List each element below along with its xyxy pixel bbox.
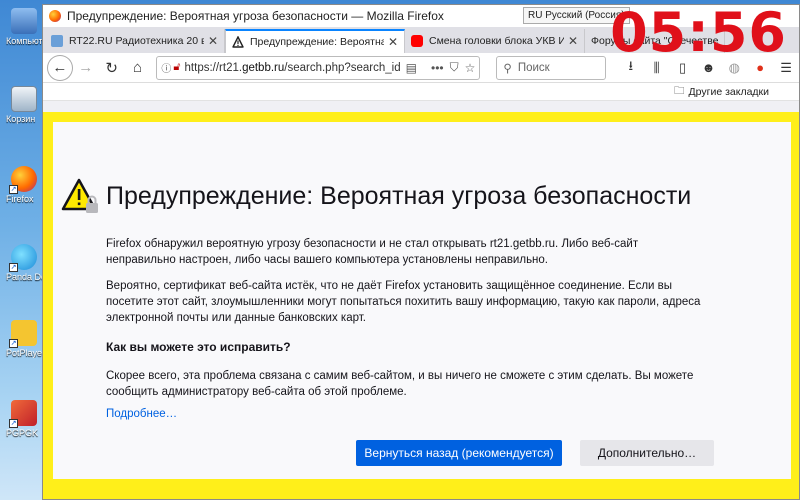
desktop-icon-potplayer[interactable]: ↗ PotPlaye — [4, 320, 44, 358]
go-back-button[interactable]: Вернуться назад (рекомендуется) — [356, 440, 562, 466]
desktop-icon-pgpgk[interactable]: ↗ PGPGK — [4, 400, 44, 438]
url-bar[interactable]: ⓘ 🔓︎ https://rt21.getbb.ru/search.php?se… — [156, 55, 481, 80]
broken-lock-icon[interactable]: 🔓︎ — [173, 61, 180, 74]
bookmark-star-icon[interactable]: ☆ — [465, 61, 476, 75]
advanced-button[interactable]: Дополнительно… — [580, 440, 714, 466]
folder-icon: 🗀︎ — [674, 84, 685, 97]
other-bookmarks-link[interactable]: Другие закладки — [689, 86, 769, 98]
page-content: Предупреждение: Вероятная угроза безопас… — [43, 112, 799, 499]
clock-overlay: 05:56 — [610, 4, 787, 64]
desktop-icon-firefox[interactable]: ↗ Firefox — [4, 166, 44, 204]
desktop-icon-recycle-bin[interactable]: Корзин — [4, 86, 44, 124]
back-arrow-icon: ← — [52, 59, 68, 76]
home-button[interactable]: ⌂ — [125, 55, 151, 81]
desktop-icon-label: PotPlaye — [6, 348, 43, 358]
desktop-icon-label: Firefox — [6, 194, 34, 204]
potplayer-icon: ↗ — [9, 320, 37, 348]
back-button[interactable]: ← — [47, 54, 73, 81]
fix-paragraph: Скорее всего, эта проблема связана с сам… — [106, 370, 694, 398]
shortcut-arrow-icon: ↗ — [9, 263, 18, 272]
close-icon[interactable]: ✕ — [208, 34, 218, 48]
tab-label: RT22.RU Радиотехника 20 века — [69, 35, 204, 47]
forward-arrow-icon: → — [78, 59, 94, 76]
youtube-icon — [411, 35, 423, 47]
tab-security-warning[interactable]: Предупреждение: Вероятная уг ✕ — [225, 29, 405, 53]
tab-rt22[interactable]: RT22.RU Радиотехника 20 века ✕ — [45, 29, 225, 53]
home-icon: ⌂ — [132, 59, 142, 76]
learn-more-link[interactable]: Подробнее… — [106, 408, 177, 420]
close-icon[interactable]: ✕ — [388, 35, 398, 49]
firefox-icon: ↗ — [9, 166, 37, 194]
search-input[interactable]: ⚲ Поиск — [496, 55, 606, 80]
firefox-icon — [49, 10, 61, 22]
shortcut-arrow-icon: ↗ — [9, 185, 18, 194]
url-text[interactable]: https://rt21.getbb.ru/search.php?search_… — [185, 62, 400, 74]
forward-button[interactable]: → — [73, 55, 99, 81]
bookmarks-toolbar: 🗀︎ Другие закладки — [43, 83, 799, 101]
pgpgk-icon: ↗ — [9, 400, 37, 428]
shortcut-arrow-icon: ↗ — [9, 419, 18, 428]
search-icon: ⚲ — [503, 62, 512, 75]
desktop-icon-label: Корзин — [6, 114, 36, 124]
page-actions-icon[interactable]: ••• — [431, 61, 444, 75]
desktop-icon-label: Компьют — [6, 36, 43, 46]
panda-dome-icon: ↗ — [9, 244, 37, 272]
firefox-window: Предупреждение: Вероятная угроза безопас… — [42, 4, 800, 500]
desktop-icon-panda[interactable]: ↗ Panda Do — [4, 244, 44, 282]
tab-label: Смена головки блока УКВ ИП-2 — [429, 35, 564, 47]
intro-paragraph: Firefox обнаружил вероятную угрозу безоп… — [106, 238, 639, 266]
reload-icon: ↻ — [105, 59, 118, 77]
desktop-icon-computer[interactable]: Компьют — [4, 8, 44, 46]
explanation-paragraph: Вероятно, сертификат веб-сайта истёк, чт… — [106, 280, 701, 324]
window-title: Предупреждение: Вероятная угроза безопас… — [67, 9, 444, 23]
info-icon[interactable]: ⓘ — [161, 60, 171, 75]
site-favicon-icon — [51, 35, 63, 47]
desktop-icon-label: Panda Do — [6, 272, 44, 282]
search-placeholder: Поиск — [517, 61, 550, 74]
shortcut-arrow-icon: ↗ — [9, 339, 18, 348]
tab-label: Предупреждение: Вероятная уг — [250, 36, 384, 48]
page-title: Предупреждение: Вероятная угроза безопас… — [106, 182, 692, 210]
recycle-bin-icon — [11, 86, 37, 112]
reload-button[interactable]: ↻ — [99, 55, 125, 81]
fix-heading: Как вы можете это исправить? — [106, 340, 291, 354]
warning-icon — [232, 36, 244, 48]
warning-lock-icon — [61, 178, 98, 213]
computer-icon — [11, 8, 37, 34]
desktop-icon-label: PGPGK — [6, 428, 39, 438]
tab-youtube[interactable]: Смена головки блока УКВ ИП-2 ✕ — [405, 29, 585, 53]
reader-view-icon[interactable]: ▤ — [406, 61, 417, 75]
close-icon[interactable]: ✕ — [568, 34, 578, 48]
pocket-icon[interactable]: ⛉ — [450, 60, 459, 75]
